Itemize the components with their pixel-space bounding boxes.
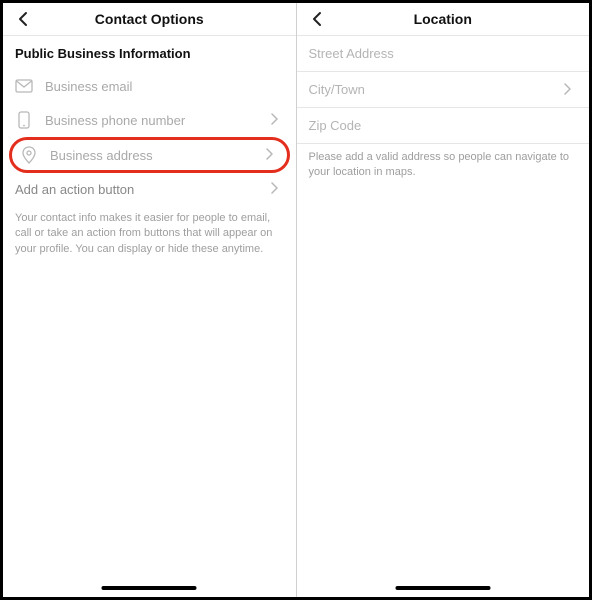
location-screen: Location Street Address City/Town Zip Co… — [296, 3, 590, 597]
row-label: Business phone number — [45, 113, 270, 128]
chevron-left-icon — [311, 11, 323, 27]
nav-bar: Location — [297, 3, 590, 36]
phone-icon — [15, 111, 33, 129]
row-label: Business address — [50, 148, 265, 163]
business-email-row[interactable]: Business email — [3, 69, 296, 103]
row-label: Business email — [45, 79, 284, 94]
home-indicator[interactable] — [395, 586, 490, 590]
chevron-right-icon — [270, 113, 284, 127]
chevron-right-icon — [270, 182, 284, 196]
street-address-field[interactable]: Street Address — [297, 36, 590, 72]
section-header: Public Business Information — [3, 36, 296, 69]
business-address-row[interactable]: Business address — [9, 137, 290, 173]
home-indicator[interactable] — [102, 586, 197, 590]
zip-code-field[interactable]: Zip Code — [297, 108, 590, 144]
location-description: Please add a valid address so people can… — [297, 144, 590, 181]
nav-bar: Contact Options — [3, 3, 296, 36]
city-town-field[interactable]: City/Town — [297, 72, 590, 108]
back-button[interactable] — [13, 9, 33, 29]
chevron-left-icon — [17, 11, 29, 27]
page-title: Location — [414, 11, 472, 27]
field-placeholder: Zip Code — [309, 118, 578, 133]
mail-icon — [15, 77, 33, 95]
chevron-right-icon — [563, 83, 577, 97]
back-button[interactable] — [307, 9, 327, 29]
field-placeholder: City/Town — [309, 82, 564, 97]
row-label: Add an action button — [15, 182, 270, 197]
add-action-button-row[interactable]: Add an action button — [3, 173, 296, 205]
location-pin-icon — [20, 146, 38, 164]
page-title: Contact Options — [95, 11, 204, 27]
contact-info-description: Your contact info makes it easier for pe… — [3, 205, 296, 257]
chevron-right-icon — [265, 148, 279, 162]
business-phone-row[interactable]: Business phone number — [3, 103, 296, 137]
contact-options-screen: Contact Options Public Business Informat… — [3, 3, 296, 597]
field-placeholder: Street Address — [309, 46, 578, 61]
